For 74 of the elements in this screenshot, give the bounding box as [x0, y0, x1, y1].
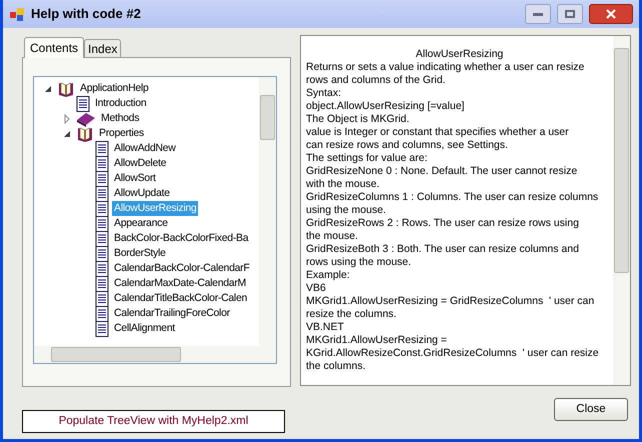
document-icon [95, 246, 109, 262]
help-text-line: rows using the mouse. [306, 256, 412, 269]
help-text-line: Returns or sets a value indicating whether a user can resize [306, 61, 586, 74]
tab[interactable]: Index [84, 39, 122, 57]
document-icon [95, 290, 109, 306]
document-icon [95, 170, 109, 186]
help-text-line: using the mouse. [306, 204, 387, 217]
help-text-line: MKGrid1.AllowUserResizing = [306, 334, 448, 347]
help-text-line: value is Integer or constant that specifies whether a user [306, 126, 570, 139]
help-text-line: MKGrid1.AllowUserResizing = GridResizeColumns ' user can [306, 295, 596, 308]
scroll-thumb[interactable] [614, 48, 629, 273]
close-button[interactable]: Close [554, 398, 628, 421]
document-icon [95, 260, 109, 276]
help-text-line: Syntax: [306, 87, 342, 100]
scroll-thumb[interactable] [51, 347, 181, 362]
help-text-line: can resize rows and columns, see Settings. [306, 139, 509, 152]
tree-item[interactable]: AllowUpdate [112, 186, 172, 202]
tree-item[interactable]: Properties [97, 126, 146, 142]
tree-item[interactable]: ApplicationHelp [78, 80, 150, 96]
tab[interactable]: Contents [24, 37, 84, 58]
help-text-line: the columns. [306, 360, 367, 373]
document-icon [95, 276, 109, 292]
document-icon [95, 230, 109, 246]
tree-item[interactable]: BorderStyle [112, 246, 168, 262]
close-window-button[interactable] [589, 4, 633, 24]
document-icon [95, 140, 109, 156]
document-icon [95, 186, 109, 202]
document-icon [95, 200, 109, 216]
close-icon [606, 9, 616, 19]
help-text-line: Example: [306, 269, 351, 282]
tree-item[interactable]: CalendarTrailingForeColor [112, 306, 232, 322]
document-icon [95, 306, 109, 322]
horizontal-scrollbar[interactable] [34, 346, 276, 363]
tree-item[interactable]: AllowDelete [112, 156, 168, 172]
tree-item[interactable]: CellAlignment [112, 320, 177, 336]
tree-item[interactable]: Methods [99, 110, 142, 126]
tree-item[interactable]: AllowSort [112, 170, 158, 186]
tree-item[interactable]: CalendarTitleBackColor-Calen [112, 290, 250, 306]
vertical-scrollbar[interactable] [259, 77, 276, 346]
help-title: AllowUserResizing [414, 48, 504, 61]
tree-item[interactable]: AllowAddNew [112, 140, 178, 156]
closed-book-icon [76, 110, 96, 126]
maximize-button[interactable] [557, 4, 583, 24]
app-icon [9, 6, 25, 22]
help-text-line: VB6 [306, 282, 327, 295]
document-icon [76, 96, 90, 112]
tree-item[interactable]: CalendarBackColor-CalendarF [112, 260, 252, 276]
tree-item[interactable]: CalendarMaxDate-CalendarM [112, 276, 248, 292]
help-text-line: The settings for value are: [306, 152, 428, 165]
help-text-line: the mouse. [306, 230, 359, 243]
vertical-scrollbar[interactable] [613, 36, 630, 385]
help-text-line: GridResizeNone 0 : None. Default. The user cannot resize [306, 165, 578, 178]
populate-button[interactable]: Populate TreeView with MyHelp2.xml [22, 410, 285, 433]
help-text-line: KGrid.AllowResizeConst.GridResizeColumns ' user can resize [306, 347, 600, 360]
help-text-line: with the mouse. [306, 178, 381, 191]
window-title: Help with code #2 [31, 5, 141, 24]
help-text-line: GridResizeColumns 1 : Columns. The user can resize columns [306, 191, 600, 204]
help-text-line: GridResizeBoth 3 : Both. The user can resize columns and [306, 243, 580, 256]
help-text-line: VB.NET [306, 321, 345, 334]
minimize-button[interactable] [525, 4, 551, 24]
document-icon [95, 156, 109, 172]
tree-item[interactable]: Appearance [112, 216, 170, 232]
help-text-line: The Object is MKGrid. [306, 113, 410, 126]
document-icon [95, 320, 109, 336]
help-text-line: GridResizeRows 2 : Rows. The user can resize rows using [306, 217, 580, 230]
help-text-line: object.AllowUserResizing [=value] [306, 100, 466, 113]
document-icon [95, 216, 109, 232]
open-book-icon [57, 80, 75, 96]
open-book-icon [76, 126, 94, 142]
scroll-thumb[interactable] [260, 95, 275, 140]
help-text-line: rows and columns of the Grid. [306, 74, 446, 87]
tree-item[interactable]: Introduction [93, 96, 148, 112]
tree-item[interactable]: BackColor-BackColorFixed-Ba [112, 230, 250, 246]
help-text-line: resize the columns. [306, 308, 398, 321]
